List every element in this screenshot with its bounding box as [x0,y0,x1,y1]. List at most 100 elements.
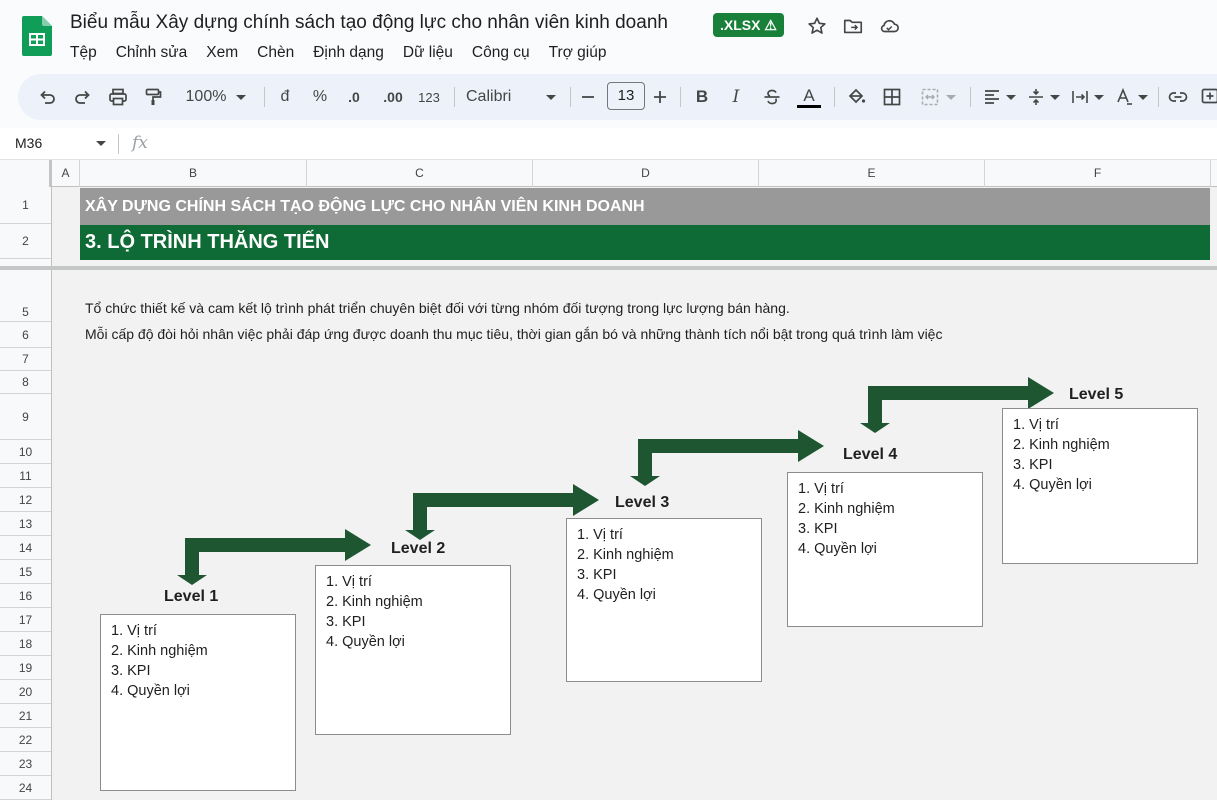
text-wrap-button[interactable] [1068,84,1106,110]
star-icon[interactable] [806,15,828,37]
level-5-title[interactable]: Level 5 [1069,386,1123,404]
horizontal-align-button[interactable] [980,84,1018,110]
print-icon[interactable] [106,84,130,110]
menu-tools[interactable]: Công cụ [472,43,530,63]
text-color-button[interactable]: A [796,84,822,110]
text-rotation-button[interactable] [1112,84,1150,110]
cloud-status-icon[interactable] [878,15,900,37]
row-header-24[interactable]: 24 [0,776,51,800]
row-header-12[interactable]: 12 [0,488,51,512]
menu-file[interactable]: Tệp [70,43,97,63]
toolbar-divider [834,87,835,107]
column-header: A B C D E F [0,160,1217,187]
sheets-logo-icon[interactable] [22,16,52,56]
chevron-down-icon [1049,94,1060,100]
level-4-box[interactable]: 1. Vị trí 2. Kinh nghiệm 3. KPI 4. Quyền… [787,472,983,627]
move-to-folder-icon[interactable] [842,15,864,37]
row-header-13[interactable]: 13 [0,512,51,536]
insert-link-icon[interactable] [1166,84,1190,110]
row-header-19[interactable]: 19 [0,656,51,680]
description-line-2[interactable]: Mỗi cấp độ đòi hỏi nhân việc phải đáp ứn… [85,326,942,342]
menu-help[interactable]: Trợ giúp [549,43,607,63]
redo-icon[interactable] [72,84,94,110]
level-item: 3. KPI [798,521,838,537]
column-header-f[interactable]: F [985,160,1211,187]
undo-icon[interactable] [36,84,58,110]
column-header-e[interactable]: E [759,160,985,187]
menu-edit[interactable]: Chỉnh sửa [116,43,188,63]
menu-format[interactable]: Định dạng [313,43,384,63]
more-formats-button[interactable]: 123 [416,84,442,110]
row-header-21[interactable]: 21 [0,704,51,728]
increase-decimal-button[interactable]: .00 [378,84,408,110]
increase-font-size-icon[interactable] [652,84,668,110]
frozen-rows-divider[interactable] [0,266,1217,270]
borders-icon[interactable] [880,84,904,110]
section-title[interactable]: 3. LỘ TRÌNH THĂNG TIẾN [80,225,1210,260]
row-header-22[interactable]: 22 [0,728,51,752]
select-all-corner[interactable] [0,160,52,187]
description-line-1[interactable]: Tổ chức thiết kế và cam kết lộ trình phá… [85,300,790,316]
align-left-icon [984,90,999,104]
italic-button[interactable]: I [726,84,746,110]
text-wrap-icon [1071,91,1088,103]
column-header-a[interactable]: A [52,160,80,187]
percent-format-button[interactable]: % [310,84,330,110]
name-box[interactable]: M36 [15,135,42,151]
decrease-font-size-icon[interactable] [580,84,596,110]
banner-title[interactable]: XÂY DỰNG CHÍNH SÁCH TẠO ĐỘNG LỰC CHO NHÂ… [80,188,1210,225]
font-size-input[interactable]: 13 [607,82,645,110]
level-item: 3. KPI [111,663,151,679]
xlsx-badge[interactable]: .XLSX ⚠ [713,13,784,37]
menu-insert[interactable]: Chèn [257,43,294,63]
fx-icon: fx [132,133,148,153]
level-3-box[interactable]: 1. Vị trí 2. Kinh nghiệm 3. KPI 4. Quyền… [566,518,762,682]
decrease-decimal-button[interactable]: .0 [342,84,366,110]
column-header-b[interactable]: B [80,160,307,187]
row-header-5[interactable]: 5 [0,302,51,322]
row-header-8[interactable]: 8 [0,371,51,394]
fill-color-icon[interactable] [844,84,868,110]
row-header-1[interactable]: 1 [0,187,51,224]
toolbar-divider [680,87,681,107]
level-5-box[interactable]: 1. Vị trí 2. Kinh nghiệm 3. KPI 4. Quyền… [1002,408,1198,564]
font-family-select[interactable]: Calibri [466,84,556,110]
row-header-10[interactable]: 10 [0,440,51,464]
row-header-6[interactable]: 6 [0,322,51,348]
row-header-15[interactable]: 15 [0,560,51,584]
menu-data[interactable]: Dữ liệu [403,43,453,63]
merge-cells-button[interactable] [916,84,960,110]
row-header-9[interactable]: 9 [0,394,51,440]
document-title[interactable]: Biểu mẫu Xây dựng chính sách tạo động lự… [70,12,668,34]
level-2-title[interactable]: Level 2 [391,540,445,558]
row-header-23[interactable]: 23 [0,752,51,776]
row-header-11[interactable]: 11 [0,464,51,488]
bold-button[interactable]: B [692,84,712,110]
row-header-20[interactable]: 20 [0,680,51,704]
vertical-align-icon [1028,89,1043,105]
level-3-title[interactable]: Level 3 [615,494,669,512]
row-header-14[interactable]: 14 [0,536,51,560]
zoom-select[interactable]: 100% [178,84,254,110]
row-header-2[interactable]: 2 [0,224,51,259]
vertical-align-button[interactable] [1024,84,1062,110]
row-header-18[interactable]: 18 [0,632,51,656]
level-item: 2. Kinh nghiệm [1013,437,1110,453]
zoom-value: 100% [185,88,227,105]
level-4-title[interactable]: Level 4 [843,446,897,464]
row-header-16[interactable]: 16 [0,584,51,608]
strikethrough-icon[interactable] [760,84,784,110]
menu-view[interactable]: Xem [206,43,238,63]
currency-format-button[interactable]: đ [276,84,294,110]
level-1-box[interactable]: 1. Vị trí 2. Kinh nghiệm 3. KPI 4. Quyền… [100,614,296,791]
level-item: 1. Vị trí [326,574,372,590]
column-header-d[interactable]: D [533,160,759,187]
level-2-box[interactable]: 1. Vị trí 2. Kinh nghiệm 3. KPI 4. Quyền… [315,565,511,735]
paint-format-icon[interactable] [142,84,164,110]
row-header-17[interactable]: 17 [0,608,51,632]
insert-comment-icon[interactable] [1200,84,1217,110]
chevron-down-icon[interactable] [96,141,106,146]
level-1-title[interactable]: Level 1 [164,588,218,606]
column-header-c[interactable]: C [307,160,533,187]
row-header-7[interactable]: 7 [0,348,51,371]
